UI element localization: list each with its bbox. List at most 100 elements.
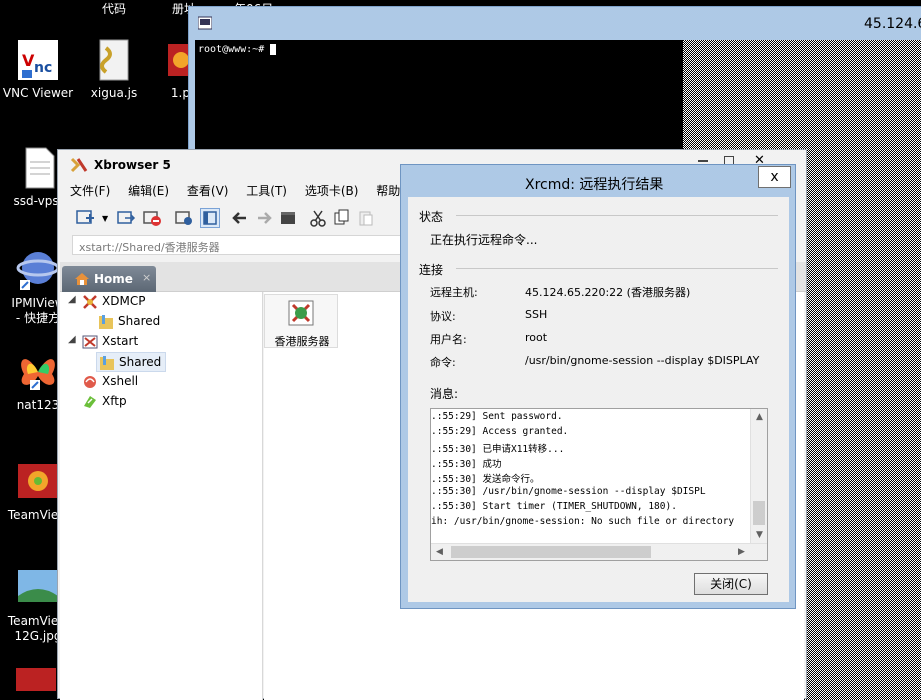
session-item-hk[interactable]: 香港服务器	[264, 294, 338, 348]
shared-folder-icon	[99, 355, 115, 371]
menu-bar: 文件(F) 编辑(E) 查看(V) 工具(T) 选项卡(B) 帮助(H)	[70, 182, 433, 202]
terminal-title: 45.124.6	[864, 16, 921, 32]
xdmcp-icon	[82, 294, 98, 310]
terminal-app-icon	[197, 16, 213, 30]
session-tree: ◢ XDMCP Shared ◢ Xstart Shared Xshell Xf…	[60, 292, 263, 700]
home-icon	[74, 271, 90, 287]
expander-icon[interactable]: ◢	[68, 334, 76, 345]
disconnect-icon[interactable]	[142, 208, 162, 228]
tree-item-label: Shared	[119, 355, 162, 369]
tree-item-label: Shared	[118, 314, 161, 328]
desktop-icon-label: VNC Viewer	[2, 86, 74, 100]
prompt-text: root@www:~#	[198, 44, 265, 55]
scroll-right-icon[interactable]: ▶	[733, 544, 750, 560]
status-text: 正在执行远程命令...	[430, 233, 538, 247]
shared-folder-icon	[98, 314, 114, 330]
scroll-left-icon[interactable]: ◀	[431, 544, 448, 560]
paste-icon[interactable]	[356, 208, 376, 228]
connection-header: 连接	[419, 263, 444, 277]
layout-icon[interactable]	[200, 208, 220, 228]
image-file-icon	[16, 668, 56, 691]
messages-header: 消息:	[430, 387, 459, 401]
landscape-image-icon	[16, 566, 60, 610]
protocol-label: 协议:	[430, 310, 456, 323]
log-line: .:55:30] 成功	[431, 459, 502, 470]
address-bar[interactable]: xstart://Shared/香港服务器	[72, 235, 402, 255]
toolbar: ▼	[72, 206, 402, 230]
scroll-down-icon[interactable]: ▼	[751, 527, 767, 544]
scroll-up-icon[interactable]: ▲	[751, 409, 767, 426]
session-item-label: 香港服务器	[274, 335, 330, 348]
desktop-icon-label: 1.p	[170, 86, 190, 100]
xstart-icon	[82, 334, 98, 350]
log-line: .:55:29] Access granted.	[431, 426, 569, 437]
menu-tabs[interactable]: 选项卡(B)	[305, 182, 359, 199]
messages-log[interactable]: .:55:29] Sent password. .:55:29] Access …	[430, 408, 768, 561]
copy-icon[interactable]	[332, 208, 352, 228]
tree-item-xstart-shared[interactable]: Shared	[96, 352, 166, 372]
hscroll-thumb[interactable]	[451, 546, 651, 558]
log-line: .:55:30] Start timer (TIMER_SHUTDOWN, 18…	[431, 501, 677, 512]
vnc-icon: Vnc	[16, 38, 60, 82]
script-file-icon	[92, 38, 136, 82]
xbrowser-title: Xbrowser 5	[94, 158, 171, 172]
tab-close-icon[interactable]: ×	[142, 271, 151, 284]
log-line: .:55:30] 已申请X11转移...	[431, 444, 565, 455]
menu-view[interactable]: 查看(V)	[187, 182, 229, 199]
log-line: ih: /usr/bin/gnome-session: No such file…	[431, 516, 735, 527]
desktop-icon-xigua[interactable]: xigua.js	[76, 38, 152, 101]
butterfly-icon	[16, 350, 60, 394]
menu-tools[interactable]: 工具(T)	[246, 182, 287, 199]
dialog-titlebar[interactable]: Xrcmd: 远程执行结果 x	[401, 165, 795, 197]
new-session-icon[interactable]	[76, 208, 96, 228]
status-header: 状态	[419, 210, 444, 224]
horizontal-scrollbar[interactable]: ◀ ▶	[431, 543, 767, 560]
home-folder-icon[interactable]	[278, 208, 298, 228]
protocol-value: SSH	[525, 308, 548, 321]
command-label: 命令:	[430, 356, 456, 369]
divider	[456, 268, 778, 269]
command-value: /usr/bin/gnome-session --display $DISPLA…	[525, 354, 760, 367]
log-line: .:55:30] /usr/bin/gnome-session --displa…	[431, 486, 706, 497]
xshell-icon	[82, 374, 98, 390]
menu-edit[interactable]: 编辑(E)	[128, 182, 169, 199]
svg-text:nc: nc	[34, 60, 52, 76]
tab-home[interactable]: Home ×	[62, 266, 156, 292]
username-label: 用户名:	[430, 333, 467, 346]
close-button[interactable]: 关闭(C)	[694, 573, 768, 595]
dialog-body: 状态 正在执行远程命令... 连接 远程主机: 45.124.65.220:22…	[408, 197, 789, 602]
dialog-close-icon[interactable]: x	[758, 166, 791, 188]
divider	[456, 215, 778, 216]
globe-icon	[16, 248, 60, 292]
terminal-prompt: root@www:~#	[198, 44, 277, 55]
top-text-1: 代码	[102, 2, 127, 16]
tree-item-label: XDMCP	[102, 294, 146, 308]
log-line: .:55:29] Sent password.	[431, 411, 563, 422]
username-value: root	[525, 331, 548, 344]
image-file-icon	[16, 460, 60, 504]
cut-icon[interactable]	[308, 208, 328, 228]
open-icon[interactable]	[116, 208, 136, 228]
menu-file[interactable]: 文件(F)	[70, 182, 110, 199]
minimize-icon[interactable]	[698, 160, 708, 162]
vertical-scrollbar[interactable]: ▲ ▼	[750, 409, 767, 544]
xrcmd-dialog[interactable]: Xrcmd: 远程执行结果 x 状态 正在执行远程命令... 连接 远程主机: …	[400, 164, 796, 609]
tab-home-label: Home	[94, 272, 133, 286]
remote-host-label: 远程主机:	[430, 286, 478, 299]
tree-item-label: Xftp	[102, 394, 127, 408]
xbrowser-app-icon	[70, 157, 88, 173]
desktop-icon-vnc[interactable]: Vnc VNC Viewer	[0, 38, 76, 101]
remote-host-value: 45.124.65.220:22 (香港服务器)	[525, 286, 691, 299]
desktop-icon-1p[interactable]: 1.p	[146, 38, 194, 101]
tree-item-label: Xshell	[102, 374, 139, 388]
properties-icon[interactable]	[174, 208, 194, 228]
back-arrow-icon[interactable]	[230, 208, 250, 228]
terminal-titlebar[interactable]: 45.124.6	[189, 7, 921, 40]
forward-arrow-icon[interactable]	[254, 208, 274, 228]
scroll-thumb[interactable]	[753, 501, 765, 525]
desktop-icon-label: xigua.js	[90, 86, 138, 100]
tree-item-label: Xstart	[102, 334, 139, 348]
expander-icon[interactable]: ◢	[68, 294, 76, 305]
xftp-icon	[82, 394, 98, 410]
session-file-icon	[285, 297, 317, 329]
